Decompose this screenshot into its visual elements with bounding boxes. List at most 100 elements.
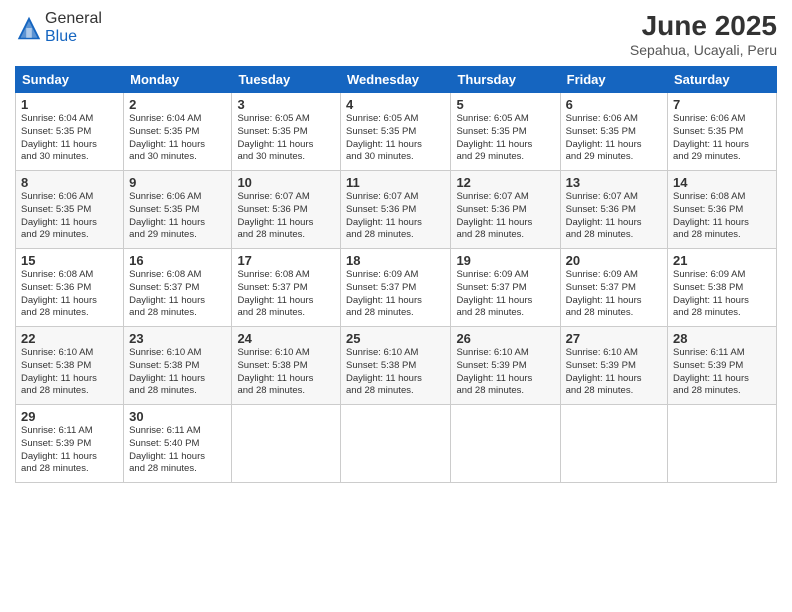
day-info: Sunrise: 6:06 AMSunset: 5:35 PMDaylight:… (129, 191, 205, 240)
day-number: 26 (456, 331, 554, 346)
calendar-day-13: 13Sunrise: 6:07 AMSunset: 5:36 PMDayligh… (560, 171, 667, 249)
day-number: 4 (346, 97, 445, 112)
day-info: Sunrise: 6:10 AMSunset: 5:38 PMDaylight:… (129, 347, 205, 396)
day-info: Sunrise: 6:10 AMSunset: 5:39 PMDaylight:… (566, 347, 642, 396)
day-info: Sunrise: 6:06 AMSunset: 5:35 PMDaylight:… (21, 191, 97, 240)
calendar-day-16: 16Sunrise: 6:08 AMSunset: 5:37 PMDayligh… (124, 249, 232, 327)
day-info: Sunrise: 6:06 AMSunset: 5:35 PMDaylight:… (566, 113, 642, 162)
day-number: 5 (456, 97, 554, 112)
day-number: 12 (456, 175, 554, 190)
calendar-header-row: Sunday Monday Tuesday Wednesday Thursday… (16, 67, 777, 93)
calendar-day-27: 27Sunrise: 6:10 AMSunset: 5:39 PMDayligh… (560, 327, 667, 405)
day-info: Sunrise: 6:06 AMSunset: 5:35 PMDaylight:… (673, 113, 749, 162)
calendar-day-7: 7Sunrise: 6:06 AMSunset: 5:35 PMDaylight… (668, 93, 777, 171)
calendar-day-14: 14Sunrise: 6:08 AMSunset: 5:36 PMDayligh… (668, 171, 777, 249)
location: Sepahua, Ucayali, Peru (630, 42, 777, 58)
calendar-day-12: 12Sunrise: 6:07 AMSunset: 5:36 PMDayligh… (451, 171, 560, 249)
day-info: Sunrise: 6:08 AMSunset: 5:37 PMDaylight:… (237, 269, 313, 318)
calendar-day-29: 29Sunrise: 6:11 AMSunset: 5:39 PMDayligh… (16, 405, 124, 483)
day-number: 2 (129, 97, 226, 112)
col-wednesday: Wednesday (341, 67, 451, 93)
calendar-week-1: 1 Sunrise: 6:04 AMSunset: 5:35 PMDaylight… (16, 93, 777, 171)
day-number: 29 (21, 409, 118, 424)
day-number: 15 (21, 253, 118, 268)
calendar-day-8: 8Sunrise: 6:06 AMSunset: 5:35 PMDaylight… (16, 171, 124, 249)
calendar-day-21: 21Sunrise: 6:09 AMSunset: 5:38 PMDayligh… (668, 249, 777, 327)
calendar-day-26: 26Sunrise: 6:10 AMSunset: 5:39 PMDayligh… (451, 327, 560, 405)
day-number: 27 (566, 331, 662, 346)
day-info: Sunrise: 6:05 AMSunset: 5:35 PMDaylight:… (456, 113, 532, 162)
calendar-day-4: 4Sunrise: 6:05 AMSunset: 5:35 PMDaylight… (341, 93, 451, 171)
day-info: Sunrise: 6:04 AMSunset: 5:35 PMDaylight:… (129, 113, 205, 162)
calendar-week-5: 29Sunrise: 6:11 AMSunset: 5:39 PMDayligh… (16, 405, 777, 483)
day-info: Sunrise: 6:07 AMSunset: 5:36 PMDaylight:… (456, 191, 532, 240)
calendar-day-2: 2Sunrise: 6:04 AMSunset: 5:35 PMDaylight… (124, 93, 232, 171)
month-title: June 2025 (630, 10, 777, 42)
day-info: Sunrise: 6:08 AMSunset: 5:36 PMDaylight:… (673, 191, 749, 240)
day-number: 16 (129, 253, 226, 268)
calendar-week-2: 8Sunrise: 6:06 AMSunset: 5:35 PMDaylight… (16, 171, 777, 249)
day-number: 9 (129, 175, 226, 190)
day-info: Sunrise: 6:09 AMSunset: 5:38 PMDaylight:… (673, 269, 749, 318)
calendar-day-empty (341, 405, 451, 483)
calendar-day-20: 20Sunrise: 6:09 AMSunset: 5:37 PMDayligh… (560, 249, 667, 327)
day-number: 19 (456, 253, 554, 268)
day-number: 21 (673, 253, 771, 268)
calendar-day-25: 25Sunrise: 6:10 AMSunset: 5:38 PMDayligh… (341, 327, 451, 405)
calendar-day-6: 6Sunrise: 6:06 AMSunset: 5:35 PMDaylight… (560, 93, 667, 171)
calendar-day-18: 18Sunrise: 6:09 AMSunset: 5:37 PMDayligh… (341, 249, 451, 327)
day-number: 28 (673, 331, 771, 346)
page: General Blue June 2025 Sepahua, Ucayali,… (0, 0, 792, 612)
calendar-day-empty (232, 405, 341, 483)
day-info: Sunrise: 6:11 AMSunset: 5:40 PMDaylight:… (129, 425, 205, 474)
calendar-day-23: 23Sunrise: 6:10 AMSunset: 5:38 PMDayligh… (124, 327, 232, 405)
day-info: Sunrise: 6:07 AMSunset: 5:36 PMDaylight:… (237, 191, 313, 240)
day-info: Sunrise: 6:05 AMSunset: 5:35 PMDaylight:… (237, 113, 313, 162)
col-tuesday: Tuesday (232, 67, 341, 93)
logo-blue: Blue (45, 28, 77, 45)
calendar-day-empty (451, 405, 560, 483)
day-info: Sunrise: 6:08 AMSunset: 5:36 PMDaylight:… (21, 269, 97, 318)
col-monday: Monday (124, 67, 232, 93)
calendar-day-15: 15Sunrise: 6:08 AMSunset: 5:36 PMDayligh… (16, 249, 124, 327)
day-info: Sunrise: 6:08 AMSunset: 5:37 PMDaylight:… (129, 269, 205, 318)
day-info: Sunrise: 6:09 AMSunset: 5:37 PMDaylight:… (456, 269, 532, 318)
day-number: 18 (346, 253, 445, 268)
calendar-day-empty (668, 405, 777, 483)
header: General Blue June 2025 Sepahua, Ucayali,… (15, 10, 777, 58)
day-number: 7 (673, 97, 771, 112)
calendar-week-4: 22Sunrise: 6:10 AMSunset: 5:38 PMDayligh… (16, 327, 777, 405)
day-number: 14 (673, 175, 771, 190)
col-thursday: Thursday (451, 67, 560, 93)
day-number: 30 (129, 409, 226, 424)
col-sunday: Sunday (16, 67, 124, 93)
day-info: Sunrise: 6:07 AMSunset: 5:36 PMDaylight:… (346, 191, 422, 240)
calendar-day-19: 19Sunrise: 6:09 AMSunset: 5:37 PMDayligh… (451, 249, 560, 327)
logo-text: General Blue (45, 10, 102, 46)
day-info: Sunrise: 6:05 AMSunset: 5:35 PMDaylight:… (346, 113, 422, 162)
day-number: 25 (346, 331, 445, 346)
calendar-day-22: 22Sunrise: 6:10 AMSunset: 5:38 PMDayligh… (16, 327, 124, 405)
calendar-day-24: 24Sunrise: 6:10 AMSunset: 5:38 PMDayligh… (232, 327, 341, 405)
calendar-day-10: 10Sunrise: 6:07 AMSunset: 5:36 PMDayligh… (232, 171, 341, 249)
day-info: Sunrise: 6:09 AMSunset: 5:37 PMDaylight:… (566, 269, 642, 318)
day-number: 1 (21, 97, 118, 112)
calendar-day-28: 28Sunrise: 6:11 AMSunset: 5:39 PMDayligh… (668, 327, 777, 405)
day-number: 22 (21, 331, 118, 346)
day-number: 13 (566, 175, 662, 190)
day-info: Sunrise: 6:11 AMSunset: 5:39 PMDaylight:… (21, 425, 97, 474)
day-number: 8 (21, 175, 118, 190)
calendar-table: Sunday Monday Tuesday Wednesday Thursday… (15, 66, 777, 483)
calendar-day-9: 9Sunrise: 6:06 AMSunset: 5:35 PMDaylight… (124, 171, 232, 249)
calendar-day-17: 17Sunrise: 6:08 AMSunset: 5:37 PMDayligh… (232, 249, 341, 327)
day-number: 6 (566, 97, 662, 112)
day-info: Sunrise: 6:10 AMSunset: 5:38 PMDaylight:… (21, 347, 97, 396)
day-number: 3 (237, 97, 335, 112)
day-info: Sunrise: 6:07 AMSunset: 5:36 PMDaylight:… (566, 191, 642, 240)
day-number: 23 (129, 331, 226, 346)
calendar-day-3: 3Sunrise: 6:05 AMSunset: 5:35 PMDaylight… (232, 93, 341, 171)
day-info: Sunrise: 6:09 AMSunset: 5:37 PMDaylight:… (346, 269, 422, 318)
logo-general: General (45, 10, 102, 27)
calendar-week-3: 15Sunrise: 6:08 AMSunset: 5:36 PMDayligh… (16, 249, 777, 327)
calendar-day-11: 11Sunrise: 6:07 AMSunset: 5:36 PMDayligh… (341, 171, 451, 249)
